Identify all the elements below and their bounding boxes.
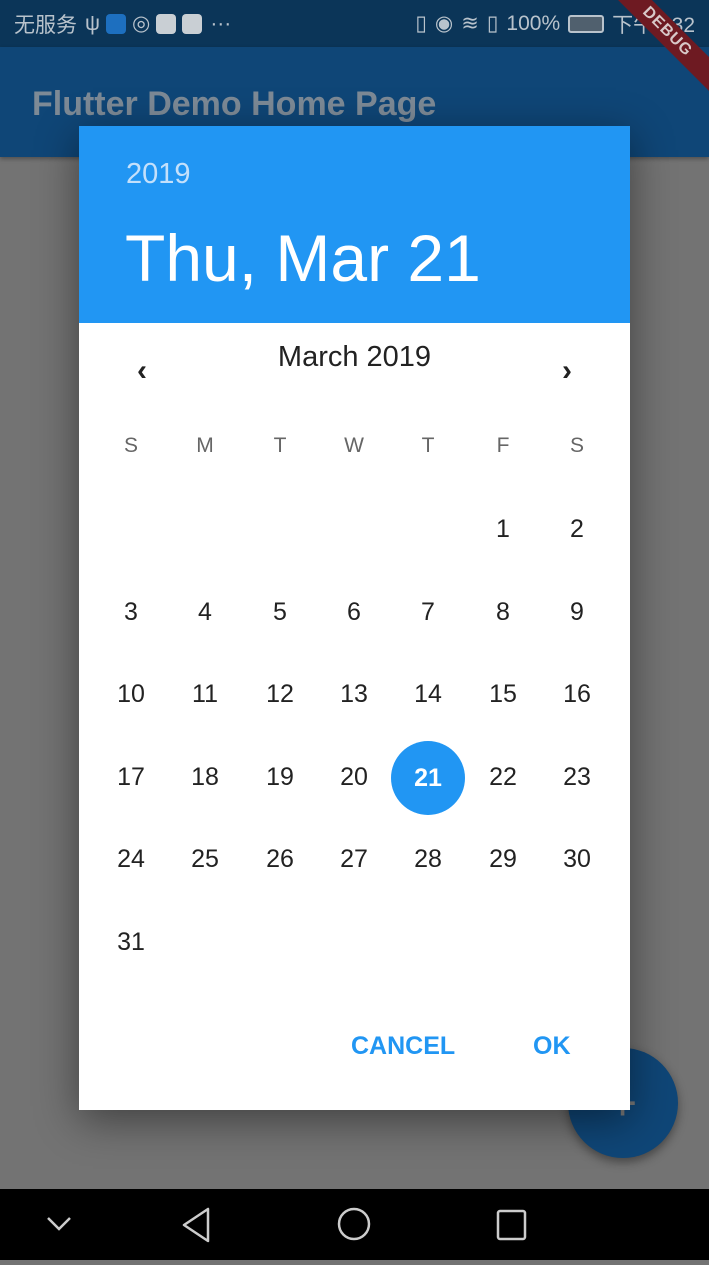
day-cell[interactable]: 27 [317, 845, 391, 874]
day-cell[interactable]: 20 [317, 763, 391, 792]
day-cell[interactable]: 9 [540, 598, 614, 627]
back-icon[interactable] [182, 1207, 210, 1243]
day-cell[interactable]: 26 [243, 845, 317, 874]
day-cell[interactable]: 14 [391, 680, 465, 709]
weekday-header: S [123, 434, 138, 457]
day-cell[interactable]: 4 [168, 598, 242, 627]
day-cell[interactable]: 12 [243, 680, 317, 709]
chevron-down-icon[interactable] [47, 1217, 71, 1231]
day-cell[interactable]: 31 [94, 928, 168, 957]
day-cell[interactable]: 8 [466, 598, 540, 627]
day-cell[interactable]: 6 [317, 598, 391, 627]
day-cell[interactable]: 2 [540, 515, 614, 544]
status-bar: 无服务 ψ ◎ ··· ▯ ◉ ≋ ▯ 100% 下午3:32 [0, 0, 709, 47]
day-cell[interactable]: 5 [243, 598, 317, 627]
year-selector[interactable]: 2019 [126, 158, 191, 191]
day-cell[interactable]: 13 [317, 680, 391, 709]
day-cell[interactable]: 24 [94, 845, 168, 874]
day-cell[interactable]: 10 [94, 680, 168, 709]
sim-alert-icon: ▯ [486, 12, 499, 35]
day-cell[interactable]: 7 [391, 598, 465, 627]
battery-icon [568, 14, 605, 33]
weekday-header: M [196, 434, 214, 457]
day-cell[interactable]: 22 [466, 763, 540, 792]
video-app-icon [182, 13, 203, 34]
day-cell[interactable]: 3 [94, 598, 168, 627]
day-cell[interactable]: 15 [466, 680, 540, 709]
map-app-icon [156, 13, 177, 34]
app-title: Flutter Demo Home Page [32, 85, 437, 123]
day-cell[interactable]: 1 [466, 515, 540, 544]
recents-icon[interactable] [496, 1209, 527, 1241]
shield-app-icon [105, 13, 126, 34]
weekday-header: T [421, 434, 435, 457]
wifi-icon: ≋ [461, 12, 479, 35]
globe-icon: ◎ [131, 12, 151, 35]
next-month-button[interactable]: › [547, 351, 587, 391]
day-cell[interactable]: 23 [540, 763, 614, 792]
battery-percent: 100% [506, 11, 561, 35]
day-cell[interactable]: 30 [540, 845, 614, 874]
cancel-button[interactable]: CANCEL [351, 1032, 455, 1061]
date-picker-dialog: 2019 Thu, Mar 21 ‹ March 2019 › SMTWTFS1… [79, 126, 630, 1110]
home-icon[interactable] [337, 1207, 371, 1241]
usb-icon: ψ [85, 11, 100, 35]
vibrate-icon: ▯ [415, 12, 427, 35]
day-cell[interactable]: 16 [540, 680, 614, 709]
carrier-label: 无服务 [14, 13, 77, 37]
navigation-bar [0, 1189, 709, 1260]
day-cell[interactable]: 29 [466, 845, 540, 874]
chevron-right-icon: › [562, 354, 572, 387]
eye-icon: ◉ [434, 12, 454, 35]
day-cell[interactable]: 11 [168, 680, 242, 709]
day-cell[interactable]: 28 [391, 845, 465, 874]
day-cell[interactable]: 19 [243, 763, 317, 792]
day-cell[interactable]: 17 [94, 763, 168, 792]
weekday-header: W [344, 434, 364, 457]
date-picker-header: 2019 Thu, Mar 21 [79, 126, 630, 323]
day-cell[interactable]: 18 [168, 763, 242, 792]
day-selected[interactable]: 21 [391, 740, 465, 815]
weekday-header: F [496, 434, 510, 457]
weekday-header: S [569, 434, 584, 457]
day-cell[interactable]: 25 [168, 845, 242, 874]
more-icon: ··· [210, 11, 232, 35]
selected-date: Thu, Mar 21 [125, 221, 481, 295]
weekday-header: T [273, 434, 287, 457]
ok-button[interactable]: OK [533, 1032, 571, 1061]
